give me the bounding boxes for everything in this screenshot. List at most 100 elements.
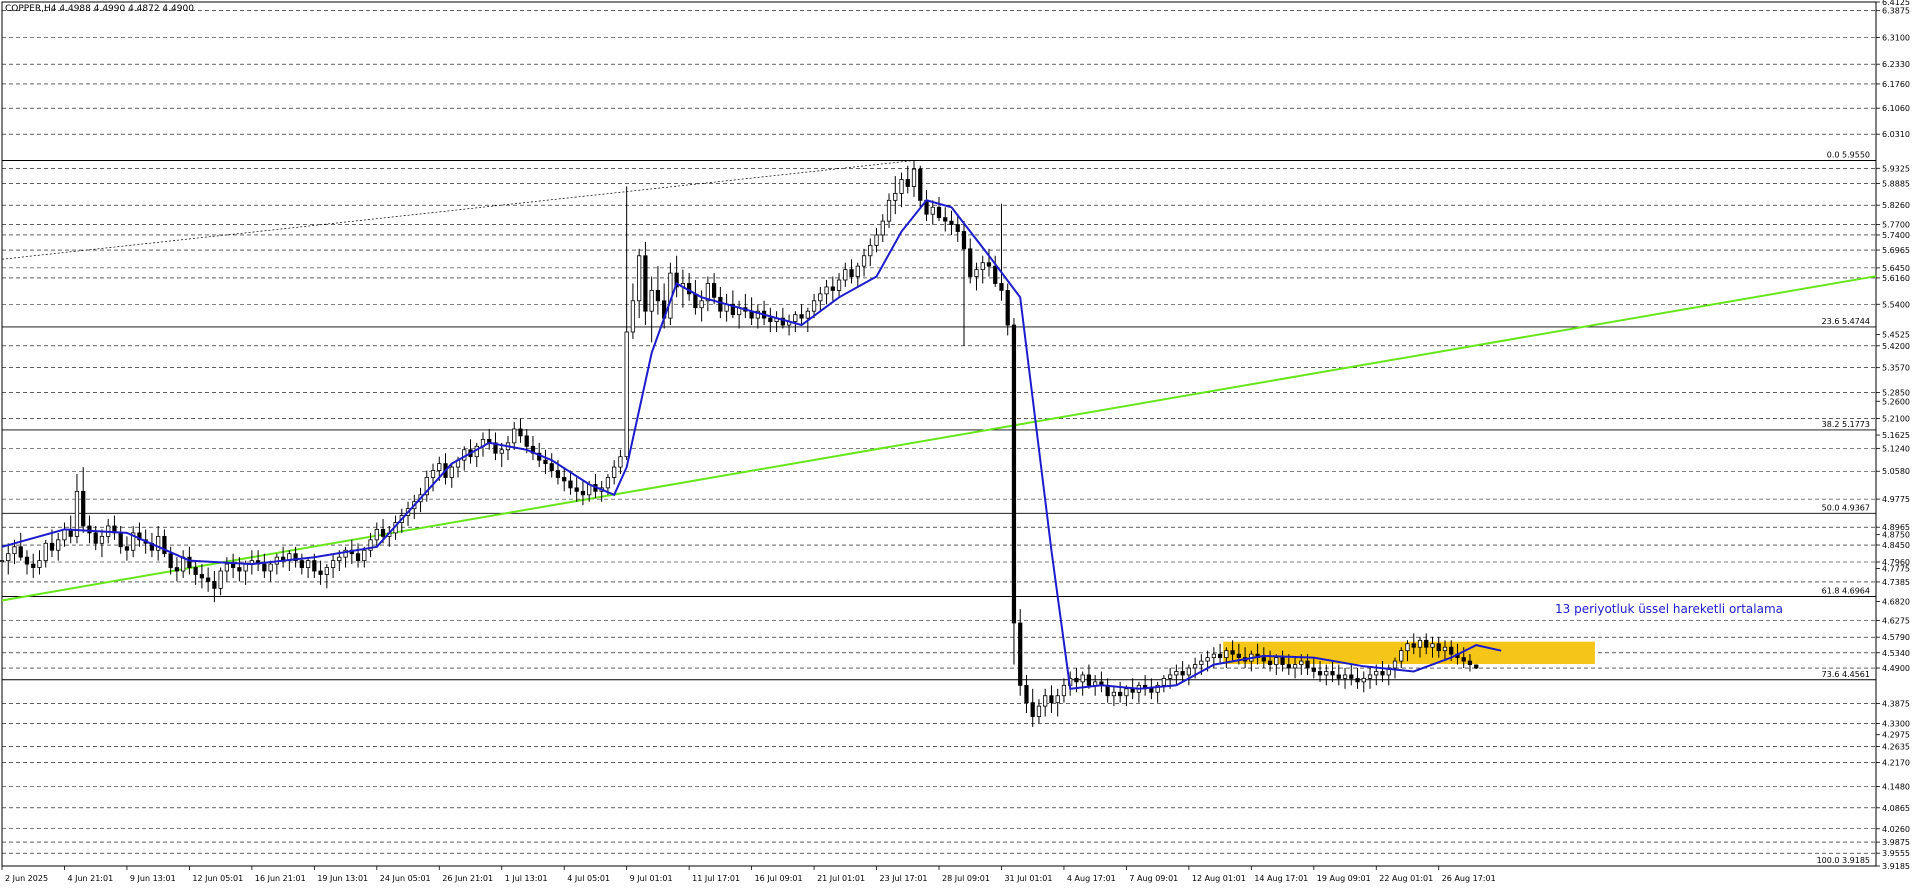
candle-body [930, 206, 935, 215]
candle-body [637, 255, 642, 302]
candle-body [330, 560, 336, 568]
candle-body [1292, 664, 1298, 669]
candle-body [299, 560, 304, 568]
fib-level-label: 100.0 3.9185 [1817, 856, 1870, 865]
candle-body [1342, 674, 1348, 679]
x-tick-label: 28 Jul 09:01 [942, 874, 990, 883]
candle-body [1299, 660, 1304, 665]
candle-body [618, 456, 623, 468]
candle-body [886, 199, 892, 222]
candle-body [81, 490, 86, 527]
candle-body [1405, 643, 1410, 652]
candle-body [861, 255, 867, 267]
candle-body [818, 293, 823, 302]
y-tick-label: 5.8885 [1882, 180, 1910, 189]
x-tick-label: 21 Jul 01:01 [817, 874, 865, 883]
x-tick-label: 19 Jun 13:01 [317, 874, 368, 883]
candle-body [874, 234, 879, 246]
x-tick-label: 4 Jul 05:01 [567, 874, 610, 883]
y-tick-label: 4.1480 [1882, 782, 1910, 791]
candle-body [543, 459, 548, 465]
y-tick-label: 5.1240 [1882, 444, 1910, 453]
y-tick-label: 4.2635 [1882, 742, 1910, 751]
candle-body [168, 553, 173, 568]
candle-body [1280, 657, 1285, 665]
y-tick-label: 4.2975 [1882, 731, 1910, 740]
candle-body [986, 262, 992, 267]
candle-body [224, 563, 229, 572]
candle-body [268, 563, 273, 572]
candle-body [237, 567, 242, 572]
y-tick-label: 4.8450 [1882, 541, 1910, 550]
candle-body [1043, 695, 1048, 707]
candle-body [911, 168, 917, 187]
candle-body [1411, 643, 1416, 648]
y-tick-label: 4.9775 [1882, 495, 1910, 504]
candle-body [1217, 653, 1223, 659]
candle-body [1118, 691, 1123, 697]
copper-h4-chart[interactable]: 0.0 5.9550 23.6 5.4744 38.2 5.1773 50.0 4.9… [0, 0, 1916, 888]
y-tick-label: 3.9555 [1882, 849, 1910, 858]
candle-body [980, 262, 985, 271]
fib-level-label: 50.0 4.9367 [1822, 503, 1870, 512]
y-tick-label: 6.1760 [1882, 80, 1910, 89]
y-tick-label: 5.6965 [1882, 246, 1910, 255]
candle-body [1349, 674, 1354, 679]
candle-body [0, 560, 5, 563]
candle-body [31, 563, 36, 568]
x-tick-label: 31 Jul 01:01 [1004, 874, 1052, 883]
fib-level-label: 61.8 4.6964 [1822, 587, 1870, 596]
y-tick-label: 6.3875 [1882, 7, 1910, 16]
candle-body [1417, 639, 1423, 648]
candle-body [868, 244, 873, 257]
x-tick-label: 11 Jul 17:01 [692, 874, 740, 883]
candle-body [99, 535, 105, 544]
candle-body [512, 428, 517, 444]
candle-body [1430, 643, 1435, 648]
candle-body [899, 179, 904, 194]
candle-body [1180, 671, 1185, 676]
candle-body [118, 532, 123, 548]
candle-body [1286, 664, 1291, 669]
candle-body [193, 567, 198, 575]
candle-body [955, 224, 960, 232]
x-tick-label: 14 Aug 17:01 [1254, 874, 1308, 883]
candle-body [1149, 688, 1154, 693]
y-tick-label: 5.7700 [1882, 221, 1910, 230]
fib-level-label: 0.0 5.9550 [1827, 150, 1870, 159]
candle-body [212, 581, 217, 589]
candle-body [949, 220, 954, 225]
candle-body [380, 529, 386, 537]
plot-area: 0.0 5.9550 23.6 5.4744 38.2 5.1773 50.0 4.9… [0, 1, 1877, 867]
candle-body [318, 570, 323, 575]
y-tick-label: 6.0310 [1882, 130, 1910, 139]
candle-body [231, 563, 236, 568]
candle-body [1324, 671, 1329, 676]
candle-body [568, 480, 573, 489]
candle-body [62, 529, 67, 541]
y-tick-label: 4.6275 [1882, 616, 1910, 625]
y-tick-label: 4.4900 [1882, 664, 1910, 673]
candle-body [1424, 639, 1429, 648]
candle-body [18, 546, 23, 558]
y-tick-label: 3.9185 [1882, 862, 1910, 871]
candle-body [1236, 653, 1241, 659]
candle-body [1461, 657, 1466, 662]
candle-body [24, 556, 30, 565]
candle-body [768, 317, 773, 322]
plot-frame [1, 1, 1877, 867]
x-tick-label: 23 Jul 17:01 [880, 874, 928, 883]
candle-body [905, 179, 910, 187]
candle-body [893, 193, 898, 201]
candle-body [1330, 671, 1335, 676]
candle-body [1211, 653, 1216, 659]
candle-body [1080, 674, 1085, 683]
candle-body [655, 290, 661, 302]
candle-body [524, 435, 529, 447]
y-tick-label: 5.2100 [1882, 415, 1910, 424]
candle-body [855, 265, 860, 277]
y-tick-label: 4.7385 [1882, 578, 1910, 587]
candle-body [1474, 664, 1479, 669]
candle-body [374, 529, 379, 541]
y-tick-label: 5.6450 [1882, 264, 1910, 273]
